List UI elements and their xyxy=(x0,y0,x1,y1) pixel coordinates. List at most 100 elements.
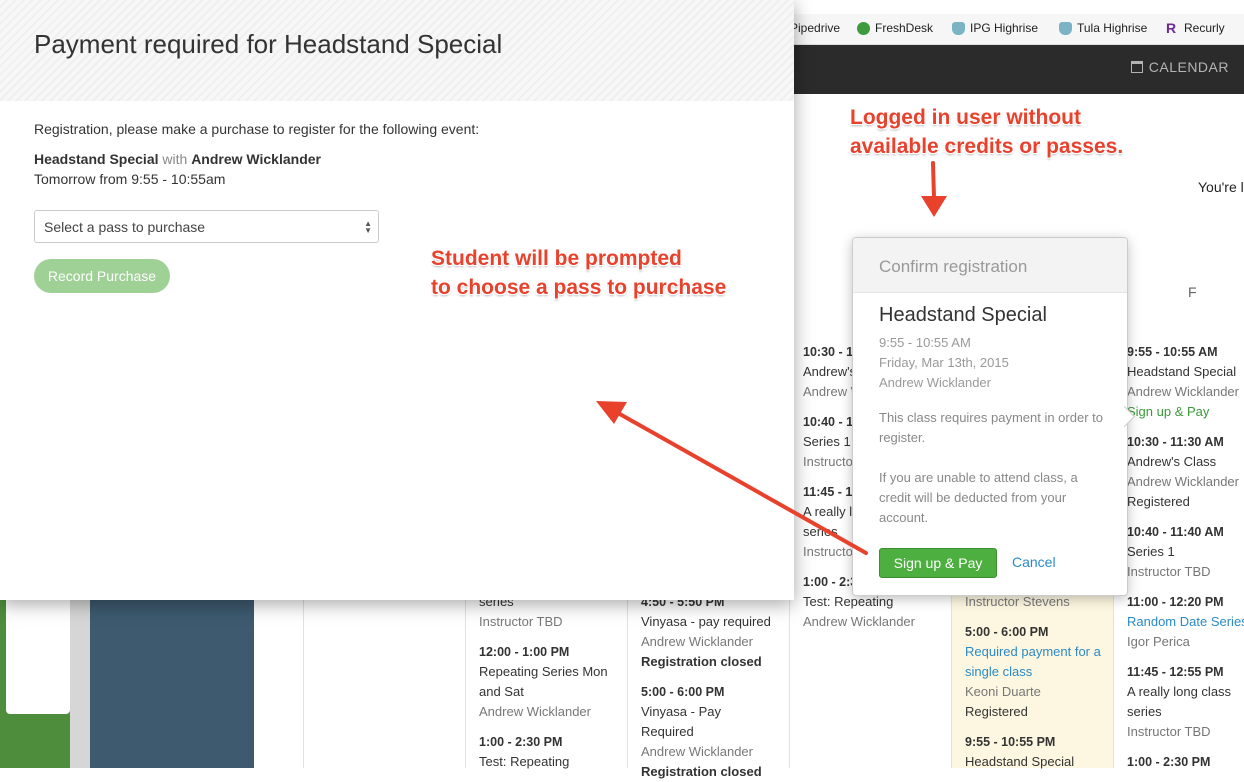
calendar-event[interactable]: 1:00 - 2:30 PM Test: Repeating xyxy=(479,732,629,772)
event-instructor: Andrew Wicklander xyxy=(1127,384,1239,399)
calendar-event[interactable]: 11:45 - 12:55 PM A really long class ser… xyxy=(1127,662,1242,742)
event-instructor: Keoni Duarte xyxy=(965,684,1041,699)
background-strip xyxy=(70,600,90,768)
event-title: Andrew's Class xyxy=(1127,454,1217,469)
event-name: Headstand Special xyxy=(34,151,159,167)
event-title: Test: Repeating xyxy=(479,754,570,769)
annotation-logged-in-user: Logged in user without available credits… xyxy=(850,103,1123,161)
modal-title: Payment required for Headstand Special xyxy=(34,29,503,59)
event-time: 12:00 - 1:00 PM xyxy=(479,645,570,659)
sign-up-pay-link[interactable]: Sign up & Pay xyxy=(1127,402,1244,422)
popover-instructor: Andrew Wicklander xyxy=(879,375,991,390)
bookmark-recurly[interactable]: R Recurly xyxy=(1166,21,1225,36)
calendar-column: 4:50 - 5:50 PM Vinyasa - pay required An… xyxy=(627,595,789,779)
event-instructor: Andrew Wicklander xyxy=(641,634,753,649)
event-instructor: Andrew Wicklander xyxy=(1127,474,1239,489)
event-time: 9:55 - 10:55 AM xyxy=(1127,345,1218,359)
event-instructor: Instructor TBD xyxy=(1127,724,1211,739)
confirm-registration-popover: Confirm registration Headstand Special 9… xyxy=(852,237,1128,596)
event-title: Headstand Special xyxy=(965,754,1075,769)
bookmark-ipg-highrise[interactable]: IPG Highrise xyxy=(952,21,1038,35)
calendar-event[interactable]: 12:00 - 1:00 PM Repeating Series Mon and… xyxy=(479,642,629,722)
event-instructor: Igor Perica xyxy=(1127,634,1190,649)
modal-intro-text: Registration, please make a purchase to … xyxy=(34,121,480,137)
event-instructor: Andrew Wicklander xyxy=(641,744,753,759)
event-title: A really long class xyxy=(1127,684,1232,699)
bookmark-pipedrive[interactable]: Pipedrive xyxy=(790,21,840,35)
freshdesk-icon xyxy=(857,21,870,35)
background-card xyxy=(6,600,70,714)
calendar-column: series Instructor TBD 12:00 - 1:00 PM Re… xyxy=(465,594,629,769)
calendar-label: CALENDAR xyxy=(1148,59,1229,75)
cancel-button[interactable]: Cancel xyxy=(1012,554,1056,570)
calendar-event[interactable]: 4:50 - 5:50 PM Vinyasa - pay required An… xyxy=(641,592,791,672)
calendar-event[interactable]: 9:55 - 10:55 AM Headstand Special Andrew… xyxy=(1127,342,1244,422)
day-header-friday: F xyxy=(1188,284,1197,300)
calendar-event[interactable]: 1:00 - 2:30 PM xyxy=(1127,752,1244,768)
event-title: Headstand Special xyxy=(1127,364,1237,379)
event-instructor: Instructor TBD xyxy=(1127,564,1211,579)
event-title: Vinyasa - Pay Required xyxy=(641,704,721,739)
event-time: 10:30 - 11:30 AM xyxy=(1127,435,1224,449)
event-summary: Headstand Special with Andrew Wicklander xyxy=(34,151,321,167)
event-title: Series 1 xyxy=(1127,544,1175,559)
event-status: Registered xyxy=(1127,494,1190,509)
pass-select[interactable]: Select a pass to purchase ▲ ▼ xyxy=(34,210,379,243)
event-time: 5:00 - 6:00 PM xyxy=(641,685,725,699)
bookmark-tula-highrise[interactable]: Tula Highrise xyxy=(1059,21,1147,35)
modal-header: Payment required for Headstand Special xyxy=(0,0,794,101)
bookmark-label: FreshDesk xyxy=(875,21,934,35)
annotation-line: to choose a pass to purchase xyxy=(431,276,727,299)
sidebar-panel xyxy=(90,600,254,768)
calendar-column-friday: 9:55 - 10:55 AM Headstand Special Andrew… xyxy=(1113,313,1244,768)
event-title-link[interactable]: Required payment for a single class xyxy=(965,642,1115,682)
select-arrows-icon: ▲ ▼ xyxy=(364,219,372,235)
event-status: Registration closed xyxy=(641,764,762,779)
calendar-event[interactable]: 5:00 - 6:00 PM Required payment for a si… xyxy=(965,622,1115,722)
event-time: 9:55 - 10:55 PM xyxy=(965,735,1056,749)
annotation-student-prompt: Student will be prompted to choose a pas… xyxy=(431,244,726,302)
highrise-icon xyxy=(952,21,965,35)
calendar-column-today: Instructor Stevens 5:00 - 6:00 PM Requir… xyxy=(951,580,1115,769)
event-title: Vinyasa - pay required xyxy=(641,614,771,629)
popover-header-title: Confirm registration xyxy=(879,257,1028,276)
bookmark-label: Pipedrive xyxy=(790,21,841,35)
bookmark-label: Tula Highrise xyxy=(1077,21,1148,35)
event-time: 10:40 - 11:40 AM xyxy=(1127,525,1224,539)
event-time: 11:45 - 12:55 PM xyxy=(1127,665,1224,679)
calendar-nav-link[interactable]: CALENDAR xyxy=(1130,59,1229,75)
bookmark-label: IPG Highrise xyxy=(970,21,1039,35)
popover-header: Confirm registration xyxy=(853,238,1127,293)
event-title-continued: series xyxy=(1127,704,1162,719)
arrow-down xyxy=(921,161,947,217)
annotation-line: Logged in user without xyxy=(850,106,1081,129)
sign-up-pay-button[interactable]: Sign up & Pay xyxy=(879,548,997,578)
event-status: Registration closed xyxy=(641,654,762,669)
annotation-line: available credits or passes. xyxy=(850,135,1124,158)
popover-payment-note: This class requires payment in order to … xyxy=(879,410,1103,445)
calendar-event[interactable]: 10:30 - 11:30 AM Andrew's Class Andrew W… xyxy=(1127,432,1244,512)
calendar-icon xyxy=(1130,61,1143,73)
event-title: Repeating Series Mon and Sat xyxy=(479,664,608,699)
record-purchase-button[interactable]: Record Purchase xyxy=(34,259,170,293)
event-title-link[interactable]: Random Date Series xyxy=(1127,612,1244,632)
event-instructor: Andrew Wicklander xyxy=(191,151,321,167)
event-time: 5:00 - 6:00 PM xyxy=(965,625,1049,639)
event-instructor: Andrew Wicklander xyxy=(803,614,915,629)
event-instructor: Andrew Wicklander xyxy=(479,704,591,719)
calendar-column xyxy=(303,600,465,768)
annotation-line: Student will be prompted xyxy=(431,247,682,270)
calendar-event[interactable]: 11:00 - 12:20 PM Random Date Series Igor… xyxy=(1127,592,1244,652)
user-greeting: You're l xyxy=(1198,179,1244,195)
calendar-event[interactable]: 9:55 - 10:55 PM Headstand Special xyxy=(965,732,1115,772)
event-time: 11:00 - 12:20 PM xyxy=(1127,595,1224,609)
calendar-event[interactable]: 5:00 - 6:00 PM Vinyasa - Pay Required An… xyxy=(641,682,791,782)
highrise-icon xyxy=(1059,21,1072,35)
bookmark-freshdesk[interactable]: FreshDesk xyxy=(857,21,933,35)
event-time: 1:00 - 2:30 PM xyxy=(1127,755,1211,768)
pass-select-value: Select a pass to purchase xyxy=(44,219,206,235)
popover-credit-note: If you are unable to attend class, a cre… xyxy=(879,470,1078,525)
bookmark-label: Recurly xyxy=(1184,21,1225,35)
event-instructor: Instructor TBD xyxy=(479,614,563,629)
calendar-event[interactable]: 10:40 - 11:40 AM Series 1 Instructor TBD xyxy=(1127,522,1244,582)
